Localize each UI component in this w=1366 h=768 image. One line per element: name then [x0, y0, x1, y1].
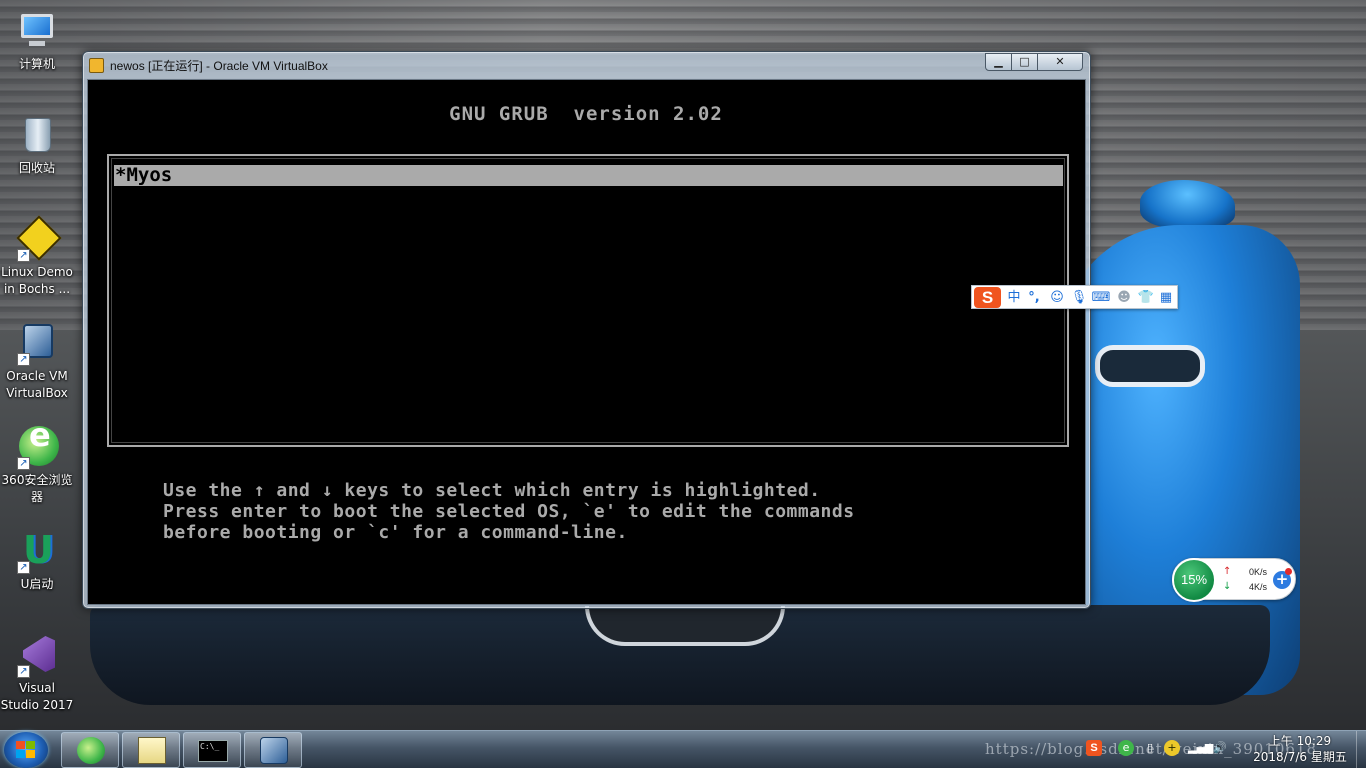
wallpaper-car-mirror [1140, 180, 1235, 228]
upload-arrow-icon: ↑ [1223, 566, 1232, 577]
shortcut-arrow-icon: ↗ [17, 561, 30, 574]
bochs-icon: ↗ [15, 215, 62, 262]
cpu-usage-badge[interactable]: 15% [1172, 558, 1216, 602]
grub-help-text: Use the ↑ and ↓ keys to select which ent… [163, 480, 855, 543]
shortcut-arrow-icon: ↗ [17, 665, 30, 678]
ime-punct-toggle[interactable]: °, [1024, 288, 1044, 308]
ime-mode-toggle[interactable]: 中 [1004, 288, 1024, 308]
grub-header: GNU GRUB version 2.02 [449, 103, 723, 125]
taskbar-360-browser[interactable] [61, 732, 119, 768]
show-desktop-button[interactable] [1356, 731, 1366, 768]
desktop-icon-360-browser[interactable]: ↗ 360安全浏览 器 [0, 424, 74, 506]
sogou-ime-toolbar[interactable]: S 中 °, ☺ 🎙 ⌨ ☻ 👕 ▦ [971, 285, 1178, 309]
tray-sogou-icon[interactable]: S [1086, 740, 1102, 756]
close-button[interactable]: ✕ [1037, 53, 1083, 71]
visual-studio-icon: ↗ [15, 632, 59, 678]
tray-phone-icon[interactable]: ▯ [1142, 740, 1158, 756]
desktop-icon-u-qidong[interactable]: U ↗ U启动 [0, 528, 74, 593]
taskbar-cmd[interactable]: C:\_ [183, 732, 241, 768]
wallpaper-car-headlight [1095, 345, 1205, 387]
emoji-icon[interactable]: ☺ [1047, 288, 1067, 308]
notepad-icon [138, 737, 166, 764]
virtualbox-icon [260, 737, 288, 764]
desktop-icon-computer[interactable]: 计算机 [0, 8, 74, 73]
tray-volume-icon[interactable]: 🔊 [1212, 740, 1228, 756]
virtualbox-vm-window[interactable]: newos [正在运行] - Oracle VM VirtualBox ▁ □ … [82, 51, 1091, 609]
mic-icon[interactable]: 🎙 [1069, 288, 1089, 308]
download-arrow-icon: ↓ [1223, 581, 1232, 592]
window-title: newos [正在运行] - Oracle VM VirtualBox [110, 59, 328, 73]
grid-icon[interactable]: ▦ [1156, 288, 1176, 308]
window-titlebar[interactable]: newos [正在运行] - Oracle VM VirtualBox ▁ □ … [83, 52, 1090, 78]
grub-entry-myos[interactable]: *Myos [114, 165, 1063, 186]
notification-dot [1285, 568, 1292, 575]
grub-menu: *Myos [107, 154, 1069, 447]
desktop-icon-virtualbox[interactable]: ↗ Oracle VM VirtualBox [0, 320, 74, 402]
shortcut-arrow-icon: ↗ [17, 353, 30, 366]
user-icon[interactable]: ☻ [1114, 288, 1134, 308]
wallpaper-car-grille [585, 606, 785, 646]
network-monitor-widget[interactable]: 15% ↑ 0K/s ↓ 4K/s + [1172, 558, 1296, 602]
vm-guest-display[interactable]: GNU GRUB version 2.02 *Myos Use the ↑ an… [87, 79, 1086, 605]
tray-network-icon[interactable]: ▂▄▆ [1188, 740, 1213, 756]
shortcut-arrow-icon: ↗ [17, 457, 30, 470]
u-qidong-icon: U ↗ [15, 528, 59, 574]
minimize-button[interactable]: ▁ [985, 53, 1012, 71]
tray-360-icon[interactable]: e [1118, 740, 1134, 756]
taskbar-notepad[interactable] [122, 732, 180, 768]
taskbar: C:\_ https://blog.csdn.net/weixin_390106… [0, 730, 1366, 768]
keyboard-icon[interactable]: ⌨ [1091, 288, 1111, 308]
360-browser-icon: ↗ [15, 424, 59, 470]
upload-speed: 0K/s [1248, 567, 1267, 577]
maximize-button[interactable]: □ [1011, 53, 1038, 71]
clock-date: 2018/7/6 星期五 [1253, 750, 1347, 764]
virtualbox-app-icon[interactable] [89, 58, 104, 73]
start-button[interactable] [4, 732, 48, 768]
recycle-bin-icon [15, 112, 59, 156]
tray-security-icon[interactable]: + [1164, 740, 1180, 756]
virtualbox-icon: ↗ [15, 320, 59, 366]
clock-time: 上午 10:29 [1268, 734, 1332, 748]
shortcut-arrow-icon: ↗ [17, 249, 30, 262]
desktop-icon-recycle-bin[interactable]: 回收站 [0, 112, 74, 177]
download-speed: 4K/s [1248, 582, 1267, 592]
sogou-logo-icon[interactable]: S [974, 287, 1001, 308]
shirt-icon[interactable]: 👕 [1136, 288, 1156, 308]
360-browser-icon [77, 737, 105, 764]
desktop-icon-bochs[interactable]: ↗ Linux Demo in Bochs ... [0, 215, 74, 298]
desktop-icon-visual-studio[interactable]: ↗ Visual Studio 2017 [0, 632, 74, 714]
taskbar-virtualbox[interactable] [244, 732, 302, 768]
cmd-icon: C:\_ [198, 740, 228, 762]
computer-icon [15, 8, 59, 52]
windows-logo-icon [16, 741, 36, 759]
taskbar-clock[interactable]: 上午 10:29 2018/7/6 星期五 [1240, 733, 1360, 765]
